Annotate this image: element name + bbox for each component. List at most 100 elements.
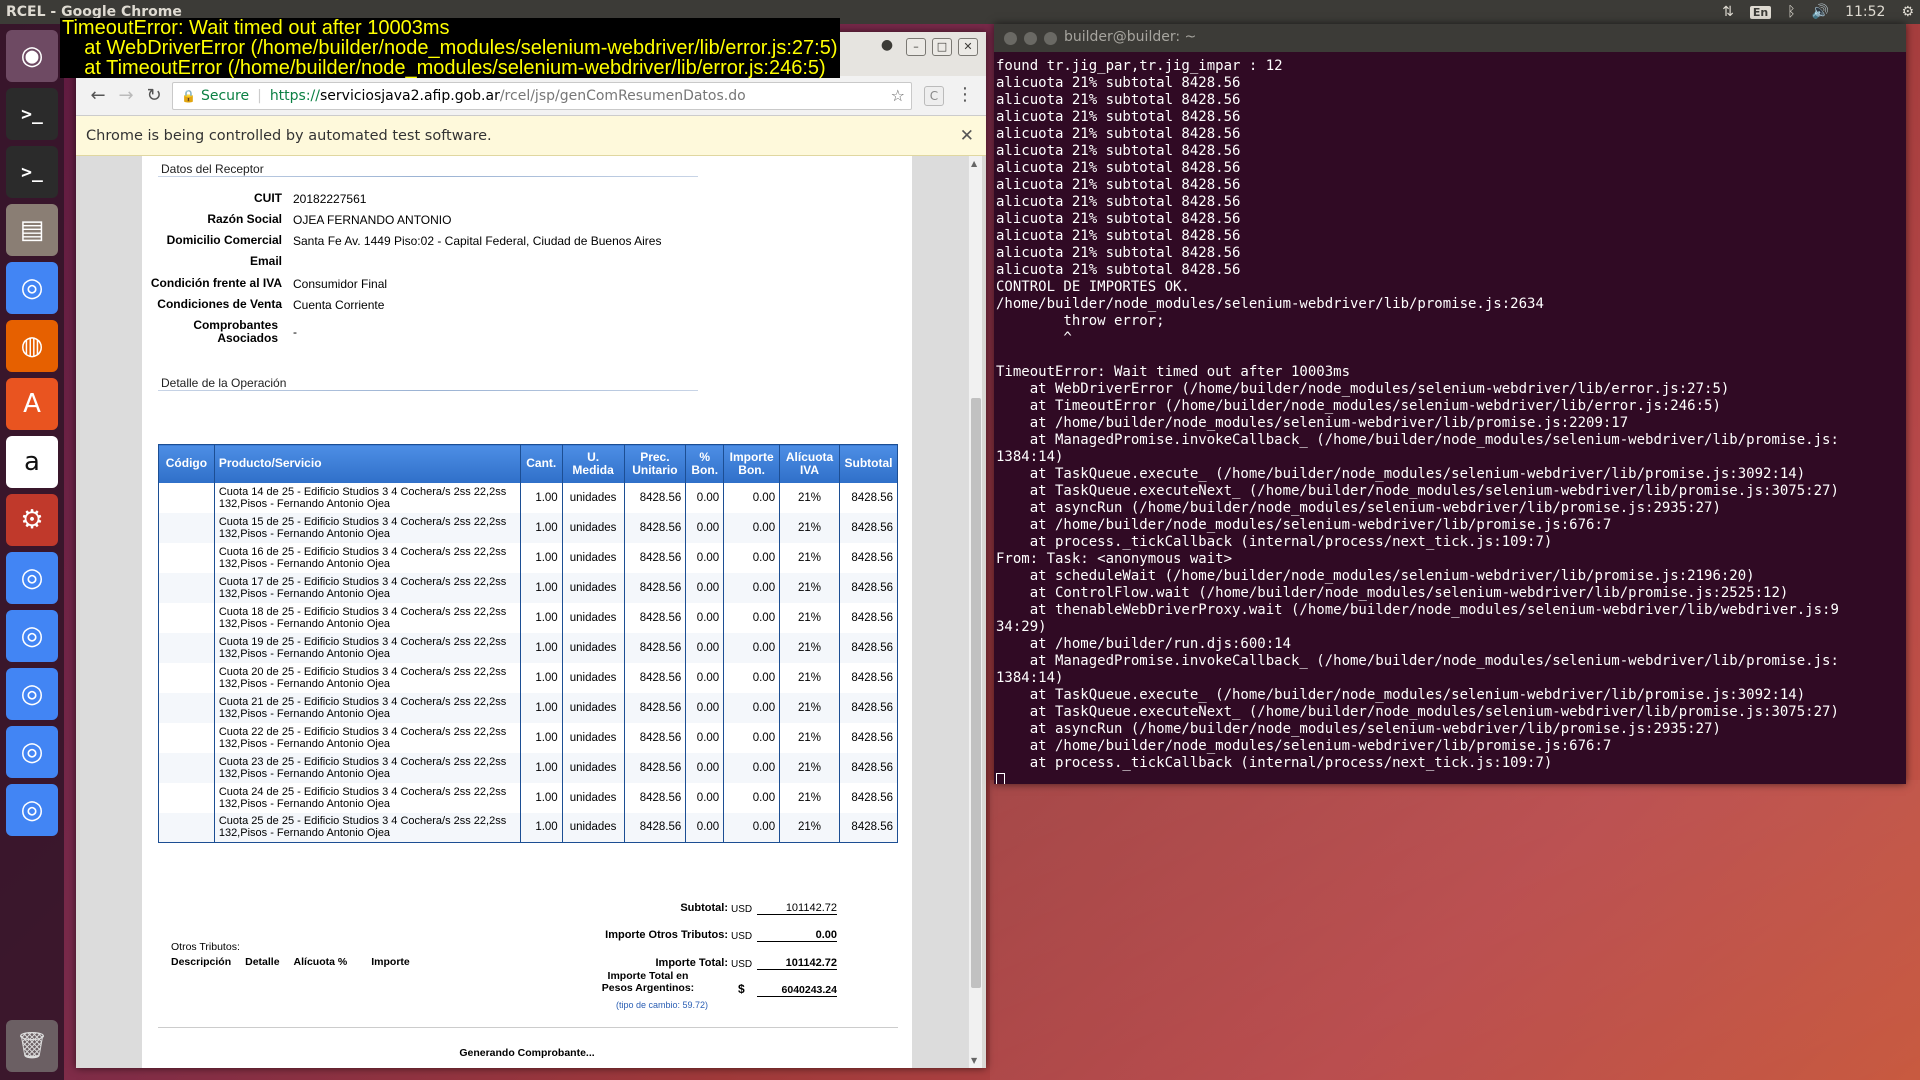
table-cell-producto: Cuota 14 de 25 - Edificio Studios 3 4 Co… (214, 482, 521, 513)
terminal-line: at process._tickCallback (internal/proce… (996, 755, 1553, 771)
chrome-icon[interactable]: ◎ (6, 726, 58, 778)
terminal-line: at scheduleWait (/home/builder/node_modu… (996, 568, 1755, 584)
system-settings-icon[interactable]: ⚙ (6, 494, 58, 546)
chrome-icon[interactable]: ◎ (6, 784, 58, 836)
profile-icon[interactable]: ● (876, 37, 898, 57)
network-arrows-icon[interactable]: ⇅ (1722, 4, 1734, 20)
bookmark-star-icon[interactable]: ☆ (891, 86, 905, 105)
terminal-line: at /home/builder/node_modules/selenium-w… (996, 738, 1612, 754)
trash-icon[interactable]: 🗑 (6, 1020, 58, 1072)
close-button[interactable] (1004, 32, 1017, 45)
table-cell-iva: 21% (779, 482, 840, 513)
url-separator: | (257, 88, 262, 104)
table-header-cell[interactable]: Subtotal (839, 444, 899, 483)
chrome-icon[interactable]: ◎ (6, 552, 58, 604)
address-bar[interactable]: 🔒 Secure | https:// serviciosjava2.afip.… (172, 82, 912, 110)
terminal-output[interactable]: found tr.jig_par,tr.jig_impar : 12 alicuo… (994, 52, 1906, 784)
forward-icon[interactable]: → (114, 84, 138, 108)
table-body: Cuota 14 de 25 - Edificio Studios 3 4 Co… (158, 482, 899, 843)
software-center-icon[interactable]: A (6, 378, 58, 430)
reload-icon[interactable]: ↻ (142, 84, 166, 108)
table-cell-imp_bon: 0.00 (723, 542, 781, 573)
scroll-thumb[interactable] (971, 398, 981, 988)
scroll-up-icon[interactable]: ▲ (971, 159, 977, 168)
table-cell-bon: 0.00 (685, 722, 725, 753)
terminal-line: alicuota 21% subtotal 8428.56 (996, 75, 1241, 91)
total-label: Importe Total: (655, 957, 728, 969)
automation-infobar: Chrome is being controlled by automated … (76, 116, 986, 156)
clock[interactable]: 11:52 (1845, 4, 1885, 20)
table-cell-iva: 21% (779, 602, 840, 633)
table-header-cell[interactable]: Producto/Servicio (214, 444, 521, 483)
pesos-value: 6040243.24 (757, 984, 837, 997)
table-cell-codigo (158, 782, 215, 813)
table-cell-imp_bon: 0.00 (723, 722, 781, 753)
tipo-de-cambio: (tipo de cambio: 59.72) (616, 1000, 709, 1010)
volume-icon[interactable]: 🔊 (1812, 4, 1829, 20)
terminal-line: at TaskQueue.executeNext_ (/home/builder… (996, 483, 1839, 499)
table-header-cell[interactable]: Código (158, 444, 215, 483)
table-cell-cant: 1.00 (520, 542, 563, 573)
overlay-error-line: at WebDriverError (/home/builder/node_mo… (62, 37, 838, 59)
table-cell-codigo (158, 812, 215, 843)
bluetooth-icon[interactable]: ᛒ (1787, 4, 1795, 20)
table-cell-producto: Cuota 24 de 25 - Edificio Studios 3 4 Co… (214, 782, 521, 813)
chrome-menu-icon[interactable]: ⋮ (956, 84, 974, 105)
table-header-cell[interactable]: Importe Bon. (723, 444, 781, 483)
table-cell-producto: Cuota 20 de 25 - Edificio Studios 3 4 Co… (214, 662, 521, 693)
table-cell-subtotal: 8428.56 (839, 692, 899, 723)
section-divider (158, 390, 698, 391)
back-icon[interactable]: ← (86, 84, 110, 108)
total-currency: USD (731, 959, 753, 970)
maximize-button[interactable] (1044, 32, 1057, 45)
table-cell-medida: unidades (562, 662, 625, 693)
terminal-line: CONTROL DE IMPORTES OK. (996, 279, 1190, 295)
terminal-line: at asyncRun (/home/builder/node_modules/… (996, 500, 1721, 516)
table-header-cell[interactable]: % Bon. (685, 444, 725, 483)
field-value: OJEA FERNANDO ANTONIO (293, 213, 452, 227)
infobar-close-icon[interactable]: ✕ (960, 126, 974, 146)
minimize-button[interactable] (1024, 32, 1037, 45)
ubuntu-dash-icon[interactable]: ◉ (6, 30, 58, 82)
table-cell-bon: 0.00 (685, 692, 725, 723)
close-button[interactable]: ✕ (958, 38, 978, 56)
field-value: - (293, 325, 297, 339)
page-scrollbar[interactable]: ▲ ▼ (968, 156, 982, 1068)
chrome-icon[interactable]: ◎ (6, 668, 58, 720)
table-cell-producto: Cuota 22 de 25 - Edificio Studios 3 4 Co… (214, 722, 521, 753)
table-header-cell[interactable]: Prec. Unitario (624, 444, 687, 483)
terminal-titlebar[interactable]: builder@builder: ~ (994, 24, 1906, 52)
terminal-icon[interactable]: >_ (6, 146, 58, 198)
table-header-row: Código Producto/Servicio Cant. U. Medida Pre… (158, 444, 899, 483)
table-cell-subtotal: 8428.56 (839, 722, 899, 753)
table-cell-iva: 21% (779, 632, 840, 663)
chrome-icon[interactable]: ◎ (6, 610, 58, 662)
table-row: Cuota 23 de 25 - Edificio Studios 3 4 Co… (158, 752, 899, 783)
terminal-icon[interactable]: >_ (6, 88, 58, 140)
terminal-line: 1384:14) (996, 670, 1064, 686)
firefox-icon[interactable]: ◍ (6, 320, 58, 372)
table-cell-precio: 8428.56 (624, 812, 687, 843)
table-cell-subtotal: 8428.56 (839, 782, 899, 813)
keyboard-layout-indicator[interactable]: En (1749, 5, 1772, 19)
table-cell-bon: 0.00 (685, 662, 725, 693)
chrome-icon[interactable]: ◎ (6, 262, 58, 314)
terminal-line: at TimeoutError (/home/builder/node_modu… (996, 398, 1721, 414)
scroll-down-icon[interactable]: ▼ (971, 1056, 977, 1065)
table-header-cell[interactable]: U. Medida (562, 444, 625, 483)
extension-icon[interactable]: C (924, 86, 944, 106)
overlay-error-line: TimeoutError: Wait timed out after 10003… (62, 17, 450, 39)
table-cell-imp_bon: 0.00 (723, 812, 781, 843)
table-cell-producto: Cuota 18 de 25 - Edificio Studios 3 4 Co… (214, 602, 521, 633)
files-icon[interactable]: ▤ (6, 204, 58, 256)
table-cell-cant: 1.00 (520, 602, 563, 633)
table-cell-cant: 1.00 (520, 752, 563, 783)
infobar-text: Chrome is being controlled by automated … (86, 127, 492, 144)
maximize-button[interactable]: □ (932, 38, 952, 56)
minimize-button[interactable]: – (906, 38, 926, 56)
amazon-icon[interactable]: a (6, 436, 58, 488)
table-header-cell[interactable]: Cant. (520, 444, 563, 483)
pesos-currency: $ (738, 982, 745, 996)
gear-icon[interactable]: ⚙ (1901, 4, 1914, 20)
table-header-cell[interactable]: Alícuota IVA (779, 444, 840, 483)
